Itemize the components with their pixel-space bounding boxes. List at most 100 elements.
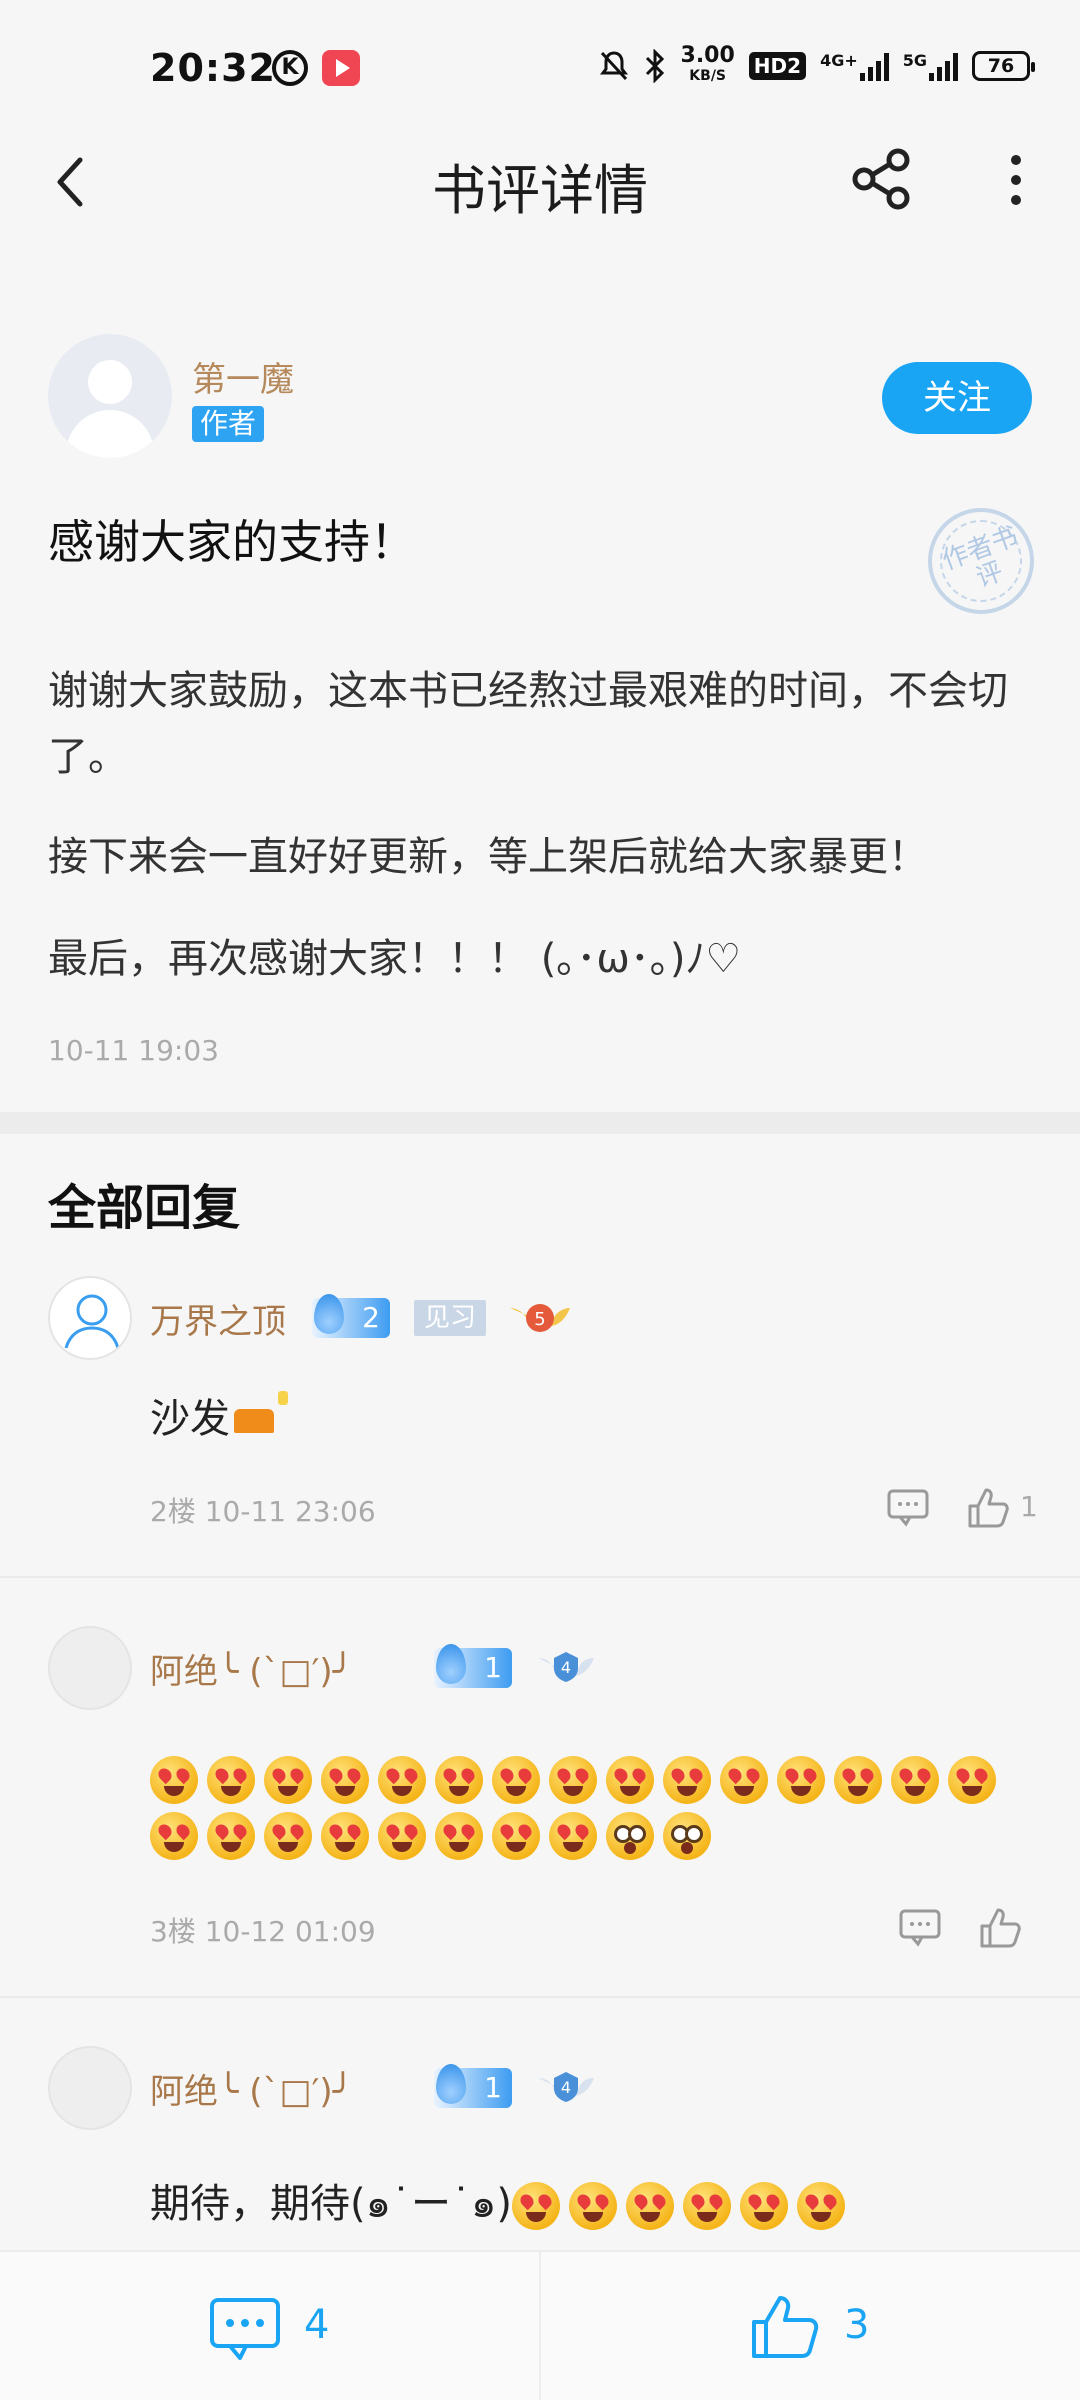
share-icon[interactable] xyxy=(850,146,916,212)
user-avatar[interactable] xyxy=(48,2046,132,2130)
reply-username[interactable]: 阿绝╰ (`□′)╯ xyxy=(150,1644,353,1693)
page-title: 书评详情 xyxy=(432,159,648,222)
default-user-icon xyxy=(64,1294,120,1349)
heart-eyes-emoji-icon xyxy=(948,1756,996,1804)
reply-item: 万界之顶 2 见习 5 沙发 2楼 10-11 23:06 1 xyxy=(0,1276,1080,1576)
top-nav-bar: 书评详情 xyxy=(0,132,1080,228)
post-timestamp: 10-11 19:03 xyxy=(48,1034,219,1067)
heart-eyes-emoji-icon xyxy=(492,1812,540,1860)
comment-action-button[interactable]: 4 xyxy=(0,2252,539,2400)
heart-eyes-emoji-icon xyxy=(378,1756,426,1804)
reply-meta: 3楼 10-12 01:09 xyxy=(150,1915,376,1948)
rank-badge-icon: 4 xyxy=(538,2072,594,2102)
heart-eyes-emoji-icon xyxy=(797,2182,845,2230)
reply-separator xyxy=(0,1996,1080,1998)
reply-text-content: 沙发 xyxy=(150,1396,230,1442)
heart-eyes-emoji-icon xyxy=(663,1756,711,1804)
fan-level-badge: 1 xyxy=(434,2064,512,2108)
heart-eyes-emoji-icon xyxy=(683,2182,731,2230)
user-avatar[interactable] xyxy=(48,1626,132,1710)
reply-text: 沙发 xyxy=(150,1386,288,1444)
badge-level-text: 5 xyxy=(534,1309,545,1330)
heart-eyes-emoji-icon xyxy=(150,1756,198,1804)
post-paragraph: 最后，再次感谢大家！！！ (｡･ω･｡)ﾉ♡ xyxy=(48,936,742,982)
reply-username[interactable]: 阿绝╰ (`□′)╯ xyxy=(150,2064,353,2113)
video-app-icon xyxy=(322,50,360,86)
network-speed: 3.00 KB/S xyxy=(680,43,735,86)
status-bar: 20:32 K 3.00 KB/S HD2 4G+ 5G 76 xyxy=(0,0,1080,132)
bluetooth-icon xyxy=(645,49,664,83)
thumbs-up-icon xyxy=(752,2296,819,2358)
comment-count: 4 xyxy=(304,2302,330,2348)
status-time: 20:32 xyxy=(150,46,276,90)
reply-comment-icon[interactable] xyxy=(898,1908,942,1948)
fan-level-badge: 1 xyxy=(434,1644,512,1688)
speed-unit: KB/S xyxy=(689,68,727,84)
reply-item: 阿绝╰ (`□′)╯ 1 4 3楼 10-12 01:09 xyxy=(0,1626,1080,1996)
rank-badge-icon: 5 xyxy=(510,1304,570,1332)
heart-eyes-emoji-icon xyxy=(321,1756,369,1804)
author-tag-badge: 作者 xyxy=(192,406,265,442)
surprised-emoji-icon xyxy=(606,1812,654,1860)
bottom-action-bar: 4 3 xyxy=(0,2250,1080,2400)
user-avatar[interactable] xyxy=(48,1276,132,1360)
speed-value: 3.00 xyxy=(680,43,735,68)
like-action-button[interactable]: 3 xyxy=(541,2252,1080,2400)
comment-icon xyxy=(210,2298,280,2360)
status-icons: 3.00 KB/S HD2 4G+ 5G 76 xyxy=(599,43,1035,88)
surprised-emoji-icon xyxy=(663,1812,711,1860)
heart-eyes-emoji-icon xyxy=(720,1756,768,1804)
heart-eyes-emoji-icon xyxy=(264,1756,312,1804)
rank-badge-icon: 4 xyxy=(538,1652,594,1682)
reply-text: 期待，期待(๑˙ー˙๑) xyxy=(150,2176,854,2232)
reply-comment-icon[interactable] xyxy=(886,1488,930,1528)
badge-level-text: 4 xyxy=(561,1658,571,1677)
post-paragraph: 谢谢大家鼓励，这本书已经熬过最艰难的时间，不会切了。 xyxy=(48,668,1008,780)
badge-level-text: 4 xyxy=(561,2078,571,2097)
section-divider xyxy=(0,1112,1080,1134)
mute-bell-icon xyxy=(599,51,628,81)
heart-eyes-emoji-icon xyxy=(435,1756,483,1804)
reply-emoji-text xyxy=(150,1750,1050,1862)
heart-eyes-emoji-icon xyxy=(378,1812,426,1860)
author-review-stamp: 作者书评 xyxy=(928,508,1034,614)
heart-eyes-emoji-icon xyxy=(264,1812,312,1860)
heart-eyes-emoji-icon xyxy=(512,2182,560,2230)
heart-eyes-emoji-icon xyxy=(891,1756,939,1804)
hd-badge: HD2 xyxy=(748,52,807,80)
author-name[interactable]: 第一魔 xyxy=(192,352,294,401)
heart-eyes-emoji-icon xyxy=(150,1812,198,1860)
battery-icon: 76 xyxy=(972,51,1035,81)
net-5g-label: 5G xyxy=(902,51,927,70)
all-replies-heading: 全部回复 xyxy=(48,1180,241,1236)
heart-eyes-emoji-icon xyxy=(492,1756,540,1804)
heart-eyes-emoji-icon xyxy=(207,1812,255,1860)
k-app-icon: K xyxy=(272,50,308,86)
signal-4g: 4G+ xyxy=(820,51,889,81)
reply-separator xyxy=(0,1576,1080,1578)
heart-eyes-emoji-icon xyxy=(321,1812,369,1860)
author-avatar[interactable] xyxy=(48,334,172,458)
reply-username[interactable]: 万界之顶 xyxy=(150,1294,286,1343)
reply-meta: 2楼 10-11 23:06 xyxy=(150,1495,376,1528)
follow-button[interactable]: 关注 xyxy=(882,362,1032,434)
review-detail-screen: { "status_bar": { "time": "20:32", "spee… xyxy=(0,0,1080,2400)
heart-eyes-emoji-icon xyxy=(626,2182,674,2230)
level-tag: 见习 xyxy=(414,1300,486,1336)
sofa-emoji-icon xyxy=(234,1391,288,1433)
post-title: 感谢大家的支持！ xyxy=(48,515,416,569)
heart-eyes-emoji-icon xyxy=(834,1756,882,1804)
stamp-text: 作者书评 xyxy=(938,521,1023,594)
heart-eyes-emoji-icon xyxy=(207,1756,255,1804)
more-options-icon[interactable] xyxy=(996,150,1036,210)
signal-bars-icon xyxy=(859,51,889,81)
heart-eyes-emoji-icon xyxy=(549,1812,597,1860)
reply-item: 阿绝╰ (`□′)╯ 1 4 期待，期待(๑˙ー˙๑) xyxy=(0,2046,1080,2246)
heart-eyes-emoji-icon xyxy=(549,1756,597,1804)
post-paragraph: 接下来会一直好好更新，等上架后就给大家暴更！ xyxy=(48,834,928,880)
heart-eyes-emoji-icon xyxy=(740,2182,788,2230)
net-4g-label: 4G+ xyxy=(820,51,858,70)
reply-like-icon[interactable] xyxy=(966,1486,1010,1530)
signal-bars-icon xyxy=(929,51,958,81)
reply-like-icon[interactable] xyxy=(978,1906,1022,1950)
